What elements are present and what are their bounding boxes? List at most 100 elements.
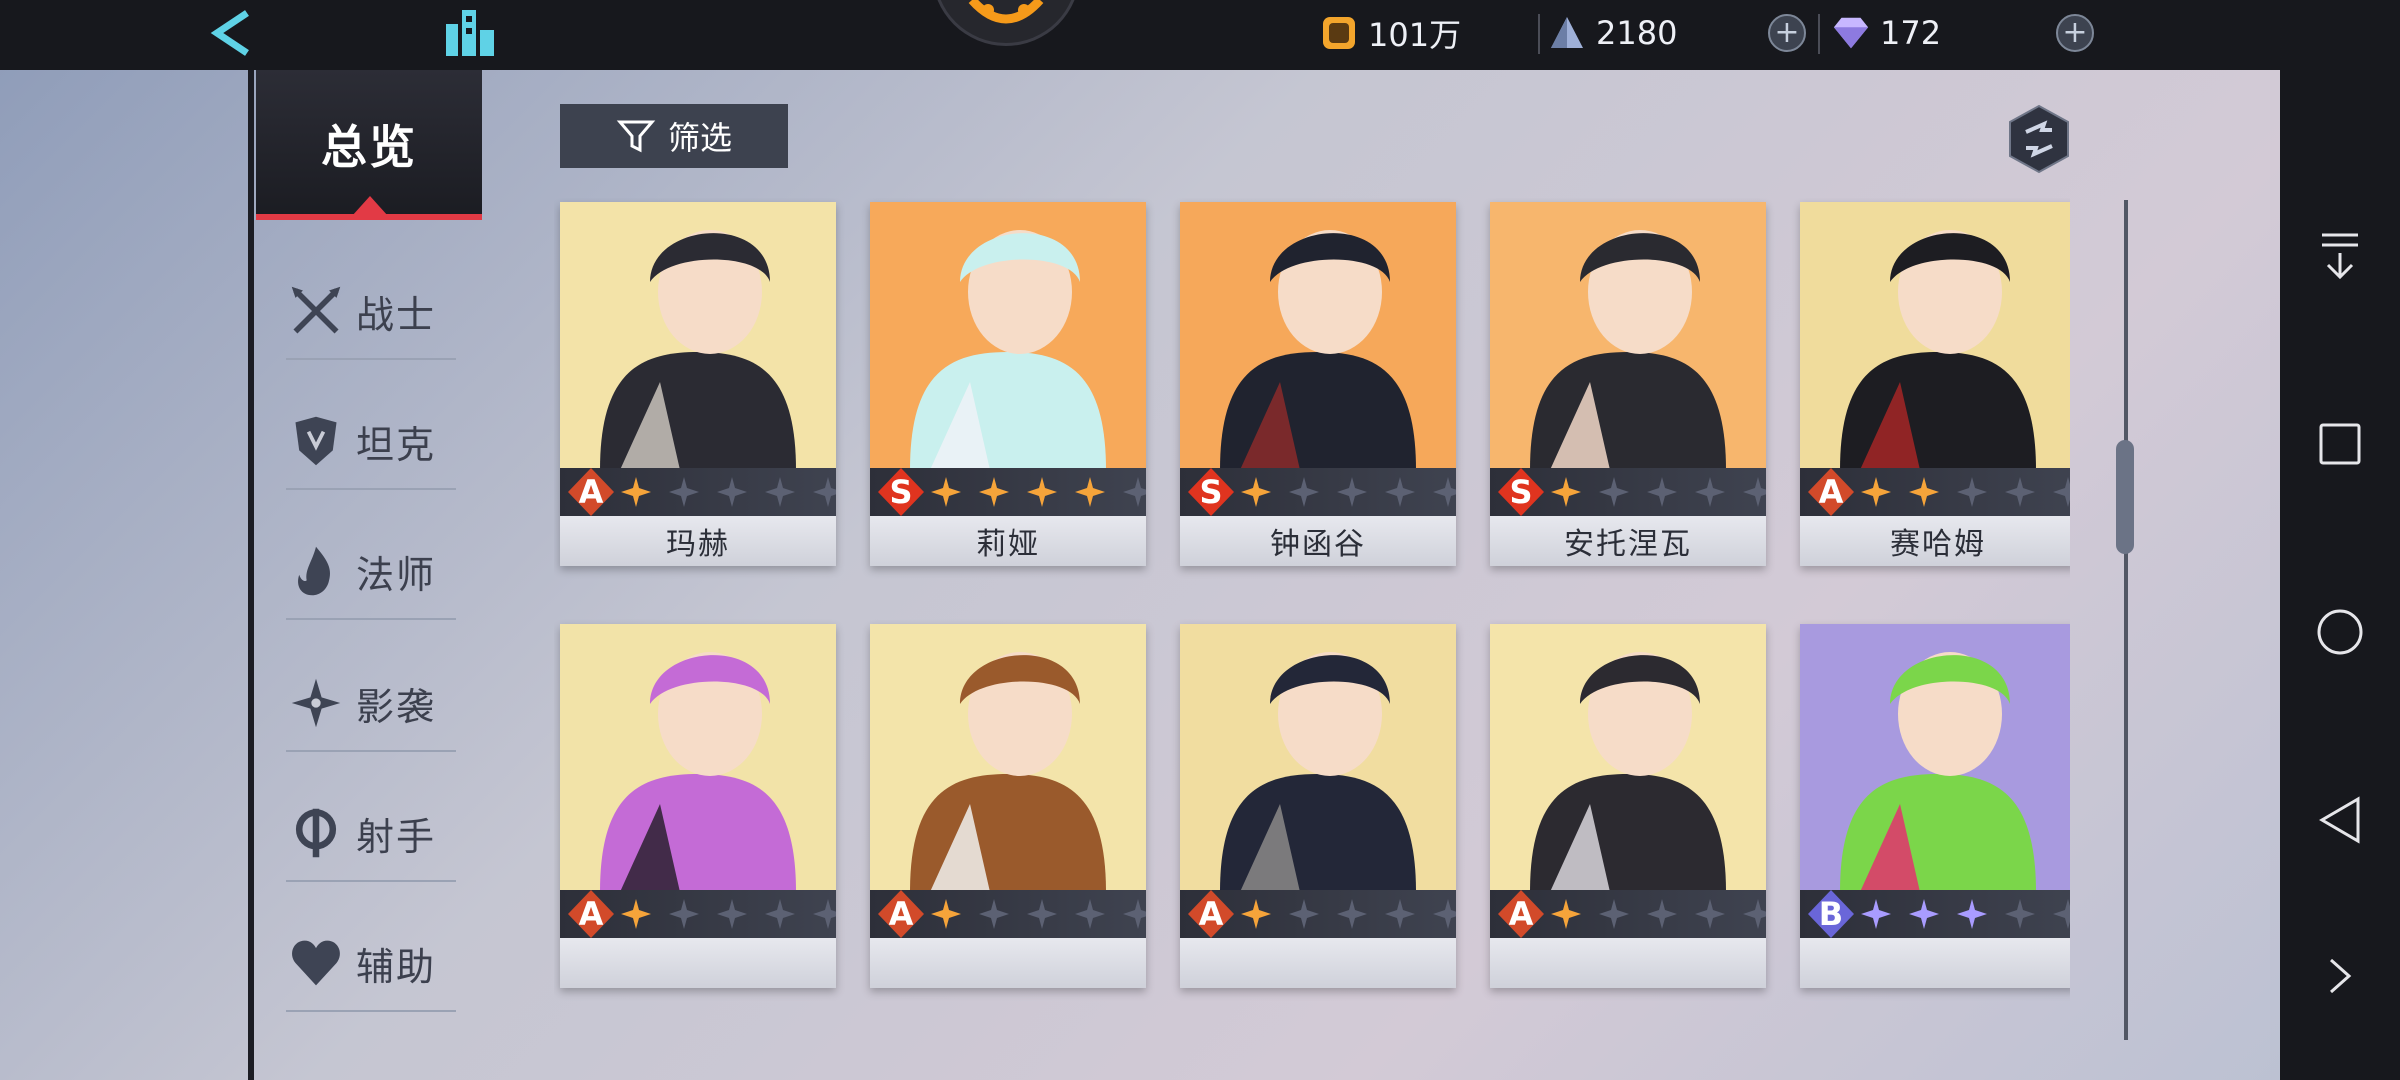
hero-portrait xyxy=(560,624,836,892)
coin-icon xyxy=(1320,14,1358,52)
star-icon xyxy=(669,899,699,929)
rank-bar: S xyxy=(1490,468,1766,516)
hero-portrait xyxy=(560,202,836,470)
star-rating xyxy=(1550,476,1766,510)
star-icon xyxy=(1241,477,1271,507)
star-icon xyxy=(931,899,961,929)
crossed-swords-icon xyxy=(286,281,346,341)
triangle-back-icon xyxy=(2319,796,2360,844)
rank-bar: A xyxy=(1490,890,1766,938)
sidebar-item-support[interactable]: 辅助 xyxy=(286,916,456,1012)
center-emblem[interactable] xyxy=(932,0,1080,46)
star-icon xyxy=(1909,477,1939,507)
star-icon xyxy=(1385,899,1415,929)
hero-name: 莉娅 xyxy=(870,516,1146,566)
star-rating xyxy=(620,476,836,510)
star-icon xyxy=(1337,477,1367,507)
back-button[interactable] xyxy=(200,4,260,62)
rank-letter: A xyxy=(578,473,604,511)
back-arrow-icon xyxy=(210,10,249,56)
crystal-add-button[interactable]: + xyxy=(1768,14,1806,52)
sidebar-item-marksman[interactable]: 射手 xyxy=(286,786,456,882)
hero-card[interactable]: S 安托涅瓦 xyxy=(1490,202,1766,566)
rank-badge: A xyxy=(1806,466,1856,518)
scrollbar-thumb[interactable] xyxy=(2116,440,2134,554)
rank-badge: A xyxy=(1186,888,1236,940)
star-icon xyxy=(1385,477,1415,507)
recent-apps-button[interactable] xyxy=(2310,414,2370,474)
system-back-button[interactable] xyxy=(2310,790,2370,850)
sidebar-item-label: 战士 xyxy=(356,292,437,337)
star-icon xyxy=(813,899,836,929)
star-icon xyxy=(979,899,1009,929)
hero-card[interactable]: A xyxy=(1490,624,1766,988)
star-icon xyxy=(1123,477,1146,507)
crystal-pyramid-icon xyxy=(1548,14,1586,52)
diamond-add-button[interactable]: + xyxy=(2056,14,2094,52)
star-icon xyxy=(931,477,961,507)
star-icon xyxy=(979,477,1009,507)
star-icon xyxy=(1957,899,1987,929)
filter-label: 筛选 xyxy=(667,119,732,157)
sidebar-item-assassin[interactable]: 影袭 xyxy=(286,656,456,752)
hero-name: 钟函谷 xyxy=(1180,516,1456,566)
sidebar-item-warrior[interactable]: 战士 xyxy=(286,264,456,360)
star-icon xyxy=(621,477,651,507)
hero-portrait xyxy=(1490,624,1766,892)
star-rating xyxy=(1860,898,2070,932)
crystal-value: 2180 xyxy=(1596,14,1678,52)
hero-name xyxy=(1180,938,1456,988)
rank-letter: A xyxy=(1198,895,1224,933)
star-rating xyxy=(1240,898,1456,932)
sidebar-item-mage[interactable]: 法师 xyxy=(286,524,456,620)
star-icon xyxy=(1289,477,1319,507)
star-rating xyxy=(1240,476,1456,510)
hero-card[interactable]: A xyxy=(870,624,1146,988)
hero-portrait xyxy=(1490,202,1766,470)
rank-letter: B xyxy=(1818,895,1844,933)
star-icon xyxy=(1433,899,1456,929)
city-button[interactable] xyxy=(440,2,500,62)
hero-name xyxy=(1800,938,2070,988)
hero-portrait xyxy=(870,624,1146,892)
sidebar-item-tank[interactable]: 坦克 xyxy=(286,394,456,490)
rank-badge: S xyxy=(1186,466,1236,518)
filter-button[interactable]: 筛选 xyxy=(560,104,788,168)
rank-letter: A xyxy=(578,895,604,933)
hero-card[interactable]: A xyxy=(560,624,836,988)
rank-bar: S xyxy=(1180,468,1456,516)
rank-letter: S xyxy=(1509,473,1533,511)
sidebar-divider xyxy=(248,70,254,1080)
download-panel-button[interactable] xyxy=(2310,226,2370,286)
rank-badge: A xyxy=(876,888,926,940)
hero-card[interactable]: S 钟函谷 xyxy=(1180,202,1456,566)
hero-card[interactable]: A xyxy=(1180,624,1456,988)
rank-bar: A xyxy=(1180,890,1456,938)
sidebar-item-label: 辅助 xyxy=(356,944,437,989)
rank-letter: S xyxy=(1199,473,1223,511)
hero-card[interactable]: A 玛赫 xyxy=(560,202,836,566)
home-button[interactable] xyxy=(2310,602,2370,662)
hero-card[interactable]: A 赛哈姆 xyxy=(1800,202,2070,566)
circle-icon xyxy=(2317,609,2363,655)
expand-button[interactable] xyxy=(2310,946,2370,1006)
star-icon xyxy=(1647,899,1677,929)
rank-letter: A xyxy=(888,895,914,933)
hero-name xyxy=(560,938,836,988)
sort-button[interactable] xyxy=(2004,104,2074,174)
star-icon xyxy=(1337,899,1367,929)
star-icon xyxy=(1289,899,1319,929)
star-icon xyxy=(1861,477,1891,507)
hero-name xyxy=(870,938,1146,988)
rank-badge: S xyxy=(876,466,926,518)
star-icon xyxy=(1123,899,1146,929)
star-icon xyxy=(1027,477,1057,507)
divider xyxy=(1818,14,1820,54)
hero-portrait xyxy=(1800,624,2070,892)
rank-bar: S xyxy=(870,468,1146,516)
crosshair-icon xyxy=(286,803,346,863)
rank-letter: A xyxy=(1508,895,1534,933)
rank-letter: S xyxy=(889,473,913,511)
hero-card[interactable]: B xyxy=(1800,624,2070,988)
hero-card[interactable]: S 莉娅 xyxy=(870,202,1146,566)
